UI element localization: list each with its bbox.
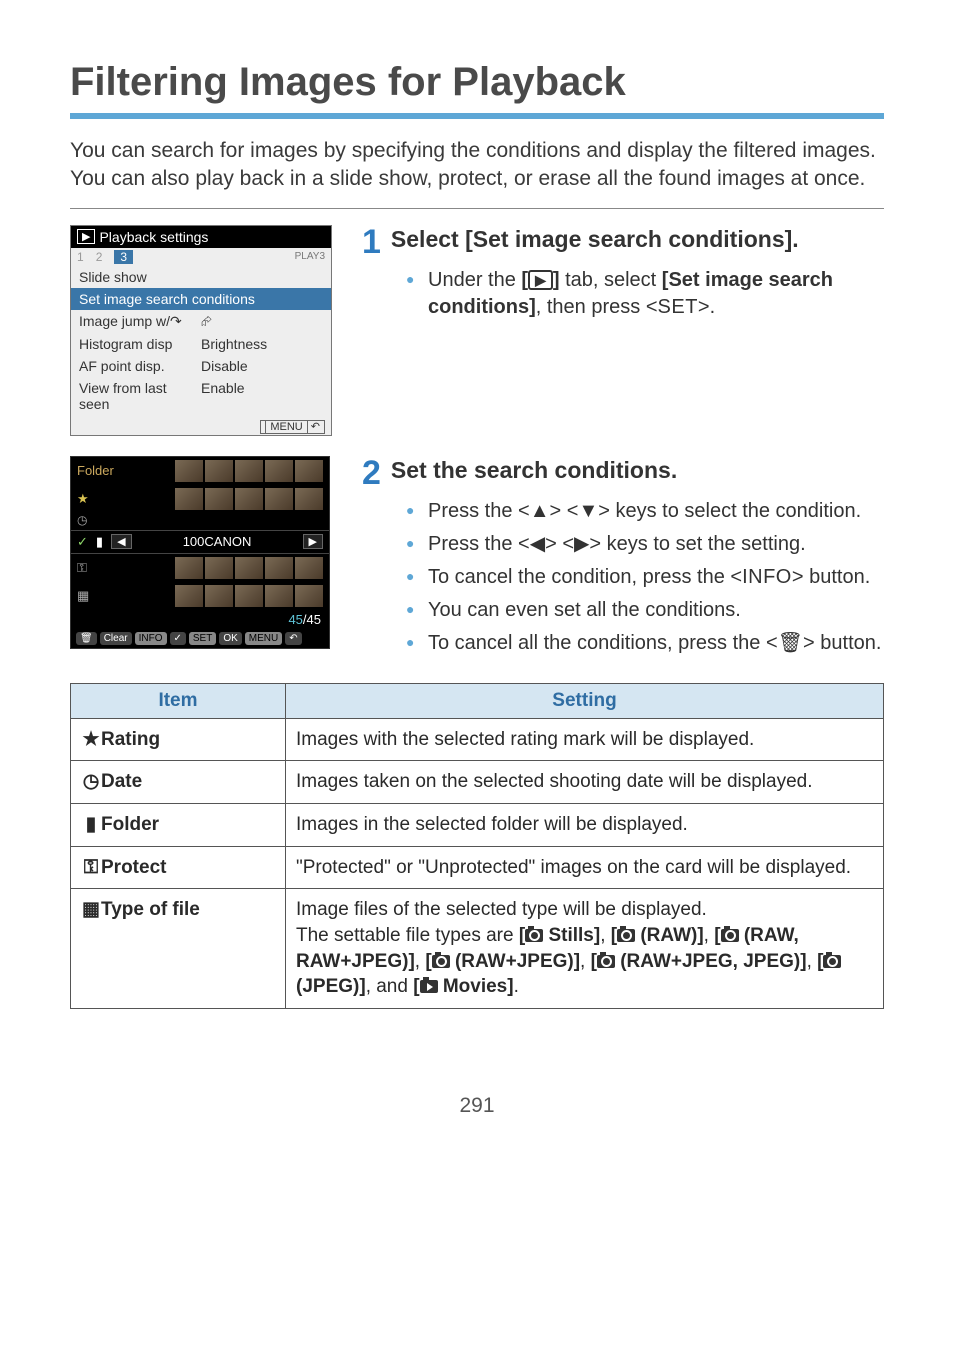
table-row-protect: ⚿Protect "Protected" or "Unprotected" im…	[71, 846, 884, 889]
menu-tab-2: 2	[96, 250, 103, 264]
table-desc-date: Images taken on the selected shooting da…	[286, 761, 884, 804]
key-icon: ⚿	[81, 855, 101, 881]
camera-icon	[597, 955, 615, 968]
playback-tab-icon: ▶	[528, 270, 553, 291]
set-btn: SET	[189, 632, 216, 645]
folder-type-icon: ▮	[96, 534, 103, 550]
folder-count-a: 45	[288, 612, 302, 627]
table-row-folder: ▮Folder Images in the selected folder wi…	[71, 803, 884, 846]
folder-current: 100CANON	[140, 534, 295, 549]
step-2-bullet-3: To cancel the condition, press the <INFO…	[406, 564, 884, 591]
menu-item-af-label: AF point disp.	[71, 355, 201, 377]
step-1-number: 1	[362, 225, 381, 259]
menu-btn: MENU	[245, 632, 282, 645]
menu-header-text: Playback settings	[99, 229, 208, 245]
camera-icon	[432, 955, 450, 968]
table-desc-folder: Images in the selected folder will be di…	[286, 803, 884, 846]
check-btn: ✓	[170, 632, 186, 645]
table-row-date: ◷Date Images taken on the selected shoot…	[71, 761, 884, 804]
return-icon: ↶	[285, 632, 301, 645]
menu-tab-3-active: 3	[114, 250, 133, 264]
ok-btn: OK	[219, 632, 241, 645]
folder-count-b: 45	[307, 612, 321, 627]
step-1-bullet: Under the [▶] tab, select [Set image sea…	[406, 267, 884, 321]
folder-label: Folder	[77, 463, 114, 478]
camera-icon	[617, 929, 635, 942]
right-arrow-icon: ▶	[303, 534, 323, 549]
menu-item-view-value: Enable	[201, 377, 331, 415]
menu-item-slideshow: Slide show	[71, 266, 331, 288]
down-key-icon: ▼	[578, 500, 598, 522]
star-icon: ★	[77, 491, 89, 507]
up-key-icon: ▲	[530, 500, 550, 522]
menu-item-hist-value: Brightness	[201, 333, 331, 355]
step-2-bullet-4: You can even set all the conditions.	[406, 597, 884, 624]
table-row-rating: ★Rating Images with the selected rating …	[71, 718, 884, 761]
step-2-title: Set the search conditions.	[391, 456, 677, 485]
right-key-icon: ▶	[574, 533, 589, 555]
menu-item-hist-label: Histogram disp	[71, 333, 201, 355]
camera-icon	[525, 929, 543, 942]
page-number: 291	[70, 1094, 884, 1118]
step-2-bullet-2: Press the <◀> <▶> keys to set the settin…	[406, 531, 884, 558]
step-2-bullet-1: Press the <▲> <▼> keys to select the con…	[406, 498, 884, 525]
menu-item-jump-label: Image jump w/↷	[71, 310, 201, 333]
movie-icon	[420, 980, 438, 993]
table-row-type: ▦Type of file Image files of the selecte…	[71, 889, 884, 1009]
menu-footer-btn: MENU ↶	[260, 420, 325, 434]
menu-tab-1: 1	[77, 250, 84, 264]
menu-item-view-label: View from last seen	[71, 377, 201, 415]
file-type-icon: ▦	[77, 588, 89, 604]
info-btn: INFO	[135, 632, 167, 645]
left-arrow-icon: ◀	[111, 534, 131, 549]
camera-icon	[823, 955, 841, 968]
left-key-icon: ◀	[530, 533, 545, 555]
folder-icon: ▮	[81, 812, 101, 838]
menu-item-search-selected: Set image search conditions	[71, 288, 331, 310]
menu-item-af-value: Disable	[201, 355, 331, 377]
clock-icon: ◷	[81, 769, 101, 795]
step-2-bullet-5: To cancel all the conditions, press the …	[406, 630, 884, 657]
settings-table: Item Setting ★Rating Images with the sel…	[70, 683, 884, 1009]
trash-icon: 🗑	[76, 632, 97, 645]
folder-screenshot: Folder ★ ◷ ✓ ▮ ◀ 100CANON ▶ ⚿ ▦	[70, 456, 330, 649]
menu-item-jump-value: ⮳	[201, 310, 331, 333]
filetype-icon: ▦	[81, 897, 101, 923]
table-desc-rating: Images with the selected rating mark wil…	[286, 718, 884, 761]
menu-play-tag: PLAY3	[295, 251, 325, 262]
table-header-item: Item	[71, 683, 286, 718]
table-header-setting: Setting	[286, 683, 884, 718]
intro-text: You can search for images by specifying …	[70, 137, 884, 209]
playback-icon: ▶	[77, 229, 95, 244]
check-icon: ✓	[77, 534, 88, 550]
step-1-title: Select [Set image search conditions].	[391, 225, 799, 254]
step-1: ▶ Playback settings 1 2 3 PLAY3 Slide sh…	[70, 225, 884, 436]
table-desc-type: Image files of the selected type will be…	[286, 889, 884, 1009]
step-2-number: 2	[362, 456, 381, 490]
trash-key-icon: 🗑	[778, 632, 803, 654]
camera-icon	[721, 929, 739, 942]
table-desc-protect: "Protected" or "Unprotected" images on t…	[286, 846, 884, 889]
page-title: Filtering Images for Playback	[70, 60, 884, 119]
clear-btn: Clear	[100, 632, 132, 645]
step-2: Folder ★ ◷ ✓ ▮ ◀ 100CANON ▶ ⚿ ▦	[70, 456, 884, 663]
star-icon: ★	[81, 727, 101, 753]
clock-icon: ◷	[77, 513, 87, 527]
menu-screenshot: ▶ Playback settings 1 2 3 PLAY3 Slide sh…	[70, 225, 332, 436]
key-icon: ⚿	[77, 560, 87, 576]
